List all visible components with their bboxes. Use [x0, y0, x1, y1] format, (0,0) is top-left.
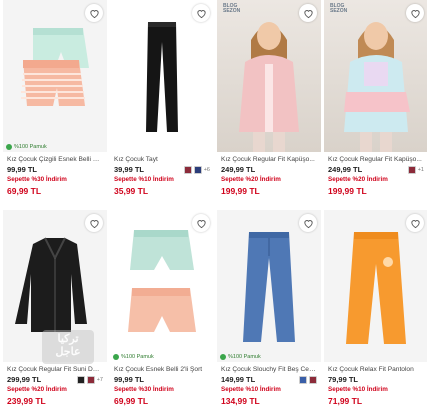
color-swatch[interactable]	[309, 375, 317, 384]
favorite-button[interactable]	[406, 4, 424, 22]
collection-tag: BLOG SEZON	[223, 3, 241, 14]
color-swatch[interactable]	[76, 375, 85, 384]
collection-tag: BLOG SEZON	[330, 3, 348, 14]
color-swatch[interactable]	[193, 165, 202, 174]
heart-icon	[89, 9, 99, 18]
favorite-button[interactable]	[299, 4, 317, 22]
product-image[interactable]: %100 Pamuk	[217, 210, 321, 362]
final-price: 69,99 TL	[7, 186, 42, 196]
favorite-button[interactable]	[192, 4, 210, 22]
product-title[interactable]: Kız Çocuk Relax Fit Pantolon	[328, 365, 424, 374]
leaf-icon	[113, 354, 119, 360]
leggings-illustration	[146, 22, 178, 132]
promo-text: Sepette %10 İndirim	[328, 386, 388, 393]
promo-text: Sepette %30 İndirim	[114, 386, 174, 393]
pants-illustration	[346, 232, 406, 344]
product-price: 249,99 TL	[221, 165, 256, 174]
heart-icon	[303, 219, 313, 228]
product-image[interactable]: %100 Pamuk	[110, 210, 214, 362]
watermark-logo: تركيا عاجل	[42, 330, 94, 364]
final-price: 199,99 TL	[328, 186, 367, 196]
color-options[interactable]	[299, 375, 317, 384]
product-card[interactable]: Kız Çocuk Relax Fit Pantolon 79,99 TL Se…	[324, 210, 427, 415]
product-title[interactable]: Kız Çocuk Regular Fit Kapüşo...	[328, 155, 424, 164]
shorts-illustration	[21, 28, 89, 106]
color-swatch[interactable]	[183, 165, 192, 174]
product-title[interactable]: Kız Çocuk Regular Fit Kapüşo...	[221, 155, 317, 164]
final-price: 35,99 TL	[114, 186, 149, 196]
product-card[interactable]: %100 Pamuk Kız Çocuk Slouchy Fit Beş Cep…	[217, 210, 321, 415]
heart-icon	[196, 219, 206, 228]
product-image[interactable]	[324, 210, 427, 362]
promo-text: Sepette %20 İndirim	[7, 386, 67, 393]
final-price: 199,99 TL	[221, 186, 260, 196]
model-photo	[344, 22, 410, 152]
product-card[interactable]: %100 Pamuk Kız Çocuk Çizgili Esnek Belli…	[3, 0, 107, 205]
product-image[interactable]: BLOG SEZON	[324, 0, 427, 152]
product-image[interactable]: BLOG SEZON	[217, 0, 321, 152]
product-price: 39,99 TL	[114, 165, 145, 174]
product-card[interactable]: Kız Çocuk Regular Fit Suni Der... 299,99…	[3, 210, 107, 415]
final-price: 239,99 TL	[7, 396, 46, 406]
color-options[interactable]: +7	[76, 375, 103, 384]
heart-icon	[410, 219, 420, 228]
final-price: 134,99 TL	[221, 396, 260, 406]
final-price: 69,99 TL	[114, 396, 149, 406]
favorite-button[interactable]	[85, 214, 103, 232]
product-title[interactable]: Kız Çocuk Slouchy Fit Beş Cep...	[221, 365, 317, 374]
promo-text: Sepette %20 İndirim	[221, 176, 281, 183]
product-image[interactable]: %100 Pamuk	[3, 0, 107, 152]
product-price: 249,99 TL	[328, 165, 363, 174]
favorite-button[interactable]	[299, 214, 317, 232]
product-card[interactable]: BLOG SEZON Kız Çocuk Regular Fit Kapüşo..…	[324, 0, 427, 205]
product-price: 79,99 TL	[328, 375, 359, 384]
product-price: 99,99 TL	[7, 165, 38, 174]
color-options[interactable]: +6	[183, 165, 210, 174]
promo-text: Sepette %10 İndirim	[221, 386, 281, 393]
heart-icon	[410, 9, 420, 18]
color-options[interactable]: +1	[407, 165, 424, 174]
leaf-icon	[220, 354, 226, 360]
shorts-illustration	[128, 230, 196, 332]
heart-icon	[89, 219, 99, 228]
product-image[interactable]	[110, 0, 214, 152]
product-price: 299,99 TL	[7, 375, 42, 384]
product-card[interactable]: %100 Pamuk Kız Çocuk Esnek Belli 2'li Şo…	[110, 210, 214, 415]
product-card[interactable]: Kız Çocuk Tayt 39,99 TL +6 Sepette %10 İ…	[110, 0, 214, 205]
product-price: 149,99 TL	[221, 375, 256, 384]
promo-text: Sepette %20 İndirim	[328, 176, 388, 183]
product-price: 99,99 TL	[114, 375, 145, 384]
heart-icon	[303, 9, 313, 18]
model-photo	[239, 22, 299, 152]
color-swatch[interactable]	[407, 165, 416, 174]
leaf-icon	[6, 144, 12, 150]
color-swatch[interactable]	[299, 375, 307, 384]
cotton-badge: %100 Pamuk	[6, 144, 47, 150]
product-title[interactable]: Kız Çocuk Esnek Belli 2'li Şort	[114, 365, 210, 374]
product-title[interactable]: Kız Çocuk Çizgili Esnek Belli 2'li...	[7, 155, 103, 164]
color-swatch[interactable]	[86, 375, 95, 384]
heart-icon	[196, 9, 206, 18]
promo-text: Sepette %10 İndirim	[114, 176, 174, 183]
final-price: 71,99 TL	[328, 396, 363, 406]
favorite-button[interactable]	[406, 214, 424, 232]
product-card[interactable]: BLOG SEZON Kız Çocuk Regular Fit Kapüşo..…	[217, 0, 321, 205]
cotton-badge: %100 Pamuk	[220, 354, 261, 360]
product-title[interactable]: Kız Çocuk Tayt	[114, 155, 210, 164]
favorite-button[interactable]	[192, 214, 210, 232]
cotton-badge: %100 Pamuk	[113, 354, 154, 360]
jeans-illustration	[243, 232, 295, 342]
product-title[interactable]: Kız Çocuk Regular Fit Suni Der...	[7, 365, 103, 374]
promo-text: Sepette %30 İndirim	[7, 176, 67, 183]
favorite-button[interactable]	[85, 4, 103, 22]
